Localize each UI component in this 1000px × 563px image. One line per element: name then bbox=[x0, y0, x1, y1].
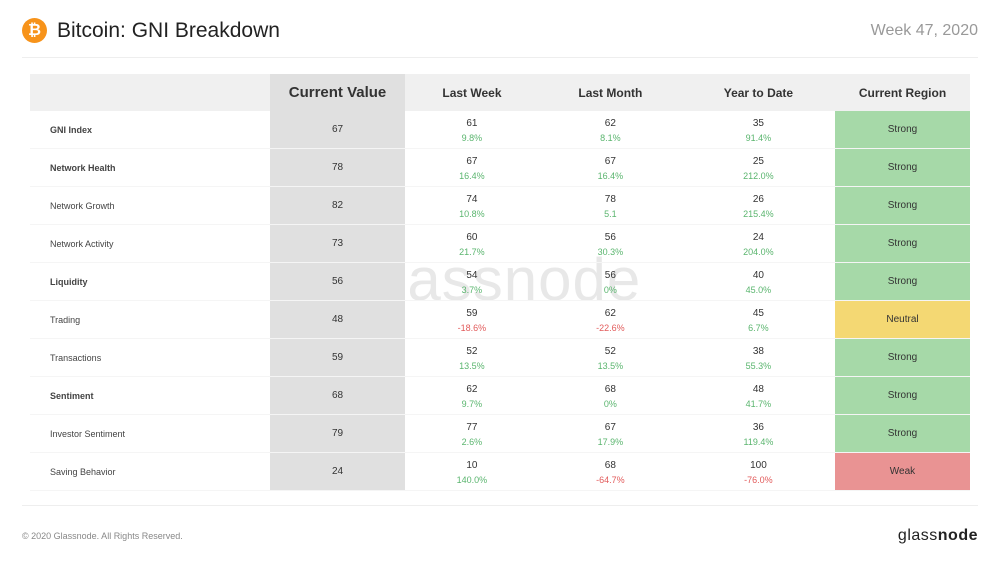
page-title: Bitcoin: GNI Breakdown bbox=[57, 19, 280, 43]
ytd: 4045.0% bbox=[682, 263, 835, 301]
region-badge: Strong bbox=[835, 111, 970, 149]
last-month: 560% bbox=[539, 263, 682, 301]
ytd: 4841.7% bbox=[682, 377, 835, 415]
current-value: 59 bbox=[270, 339, 405, 377]
region-badge: Weak bbox=[835, 453, 970, 491]
col-current-value: Current Value bbox=[270, 74, 405, 111]
ytd: 456.7% bbox=[682, 301, 835, 339]
col-metric bbox=[30, 74, 270, 111]
last-month: 628.1% bbox=[539, 111, 682, 149]
current-value: 24 bbox=[270, 453, 405, 491]
table-row: Trading4859-18.6%62-22.6%456.7%Neutral bbox=[30, 301, 970, 339]
table-row: Saving Behavior2410140.0%68-64.7%100-76.… bbox=[30, 453, 970, 491]
ytd: 3591.4% bbox=[682, 111, 835, 149]
ytd: 36119.4% bbox=[682, 415, 835, 453]
ytd: 26215.4% bbox=[682, 187, 835, 225]
metric-name: Trading bbox=[30, 301, 270, 339]
metric-name: Saving Behavior bbox=[30, 453, 270, 491]
metric-name: Network Health bbox=[30, 149, 270, 187]
last-week: 7410.8% bbox=[405, 187, 539, 225]
gni-table: Current Value Last Week Last Month Year … bbox=[30, 74, 970, 491]
table-row: Transactions595213.5%5213.5%3855.3%Stron… bbox=[30, 339, 970, 377]
metric-name: Liquidity bbox=[30, 263, 270, 301]
region-badge: Strong bbox=[835, 415, 970, 453]
metric-name: Investor Sentiment bbox=[30, 415, 270, 453]
current-value: 73 bbox=[270, 225, 405, 263]
last-month: 62-22.6% bbox=[539, 301, 682, 339]
last-month: 785.1 bbox=[539, 187, 682, 225]
last-month: 6717.9% bbox=[539, 415, 682, 453]
metric-name: Sentiment bbox=[30, 377, 270, 415]
last-week: 629.7% bbox=[405, 377, 539, 415]
metric-name: GNI Index bbox=[30, 111, 270, 149]
region-badge: Strong bbox=[835, 225, 970, 263]
last-month: 68-64.7% bbox=[539, 453, 682, 491]
ytd: 25212.0% bbox=[682, 149, 835, 187]
col-last-week: Last Week bbox=[405, 74, 539, 111]
table-row: Network Health786716.4%6716.4%25212.0%St… bbox=[30, 149, 970, 187]
ytd: 24204.0% bbox=[682, 225, 835, 263]
region-badge: Strong bbox=[835, 187, 970, 225]
last-month: 5630.3% bbox=[539, 225, 682, 263]
region-badge: Strong bbox=[835, 377, 970, 415]
last-week: 6716.4% bbox=[405, 149, 539, 187]
header: ₿ Bitcoin: GNI Breakdown Week 47, 2020 bbox=[0, 0, 1000, 57]
metric-name: Transactions bbox=[30, 339, 270, 377]
region-badge: Strong bbox=[835, 263, 970, 301]
copyright: © 2020 Glassnode. All Rights Reserved. bbox=[22, 531, 183, 541]
table-row: Liquidity56543.7%560%4045.0%Strong bbox=[30, 263, 970, 301]
col-last-month: Last Month bbox=[539, 74, 682, 111]
metric-name: Network Growth bbox=[30, 187, 270, 225]
ytd: 100-76.0% bbox=[682, 453, 835, 491]
metric-name: Network Activity bbox=[30, 225, 270, 263]
last-week: 6021.7% bbox=[405, 225, 539, 263]
region-badge: Strong bbox=[835, 149, 970, 187]
last-week: 543.7% bbox=[405, 263, 539, 301]
table-row: Investor Sentiment79772.6%6717.9%36119.4… bbox=[30, 415, 970, 453]
col-region: Current Region bbox=[835, 74, 970, 111]
week-label: Week 47, 2020 bbox=[871, 22, 978, 40]
divider bbox=[22, 505, 978, 506]
footer: © 2020 Glassnode. All Rights Reserved. g… bbox=[0, 527, 1000, 545]
last-week: 5213.5% bbox=[405, 339, 539, 377]
last-month: 680% bbox=[539, 377, 682, 415]
last-month: 5213.5% bbox=[539, 339, 682, 377]
current-value: 82 bbox=[270, 187, 405, 225]
current-value: 56 bbox=[270, 263, 405, 301]
region-badge: Neutral bbox=[835, 301, 970, 339]
current-value: 67 bbox=[270, 111, 405, 149]
col-ytd: Year to Date bbox=[682, 74, 835, 111]
table-row: Network Growth827410.8%785.126215.4%Stro… bbox=[30, 187, 970, 225]
bitcoin-icon: ₿ bbox=[22, 18, 47, 43]
last-week: 59-18.6% bbox=[405, 301, 539, 339]
current-value: 78 bbox=[270, 149, 405, 187]
table-row: GNI Index67619.8%628.1%3591.4%Strong bbox=[30, 111, 970, 149]
last-month: 6716.4% bbox=[539, 149, 682, 187]
current-value: 48 bbox=[270, 301, 405, 339]
last-week: 10140.0% bbox=[405, 453, 539, 491]
brand-logo: glassnode bbox=[898, 527, 978, 545]
current-value: 79 bbox=[270, 415, 405, 453]
region-badge: Strong bbox=[835, 339, 970, 377]
table-row: Network Activity736021.7%5630.3%24204.0%… bbox=[30, 225, 970, 263]
last-week: 772.6% bbox=[405, 415, 539, 453]
current-value: 68 bbox=[270, 377, 405, 415]
table-row: Sentiment68629.7%680%4841.7%Strong bbox=[30, 377, 970, 415]
last-week: 619.8% bbox=[405, 111, 539, 149]
ytd: 3855.3% bbox=[682, 339, 835, 377]
